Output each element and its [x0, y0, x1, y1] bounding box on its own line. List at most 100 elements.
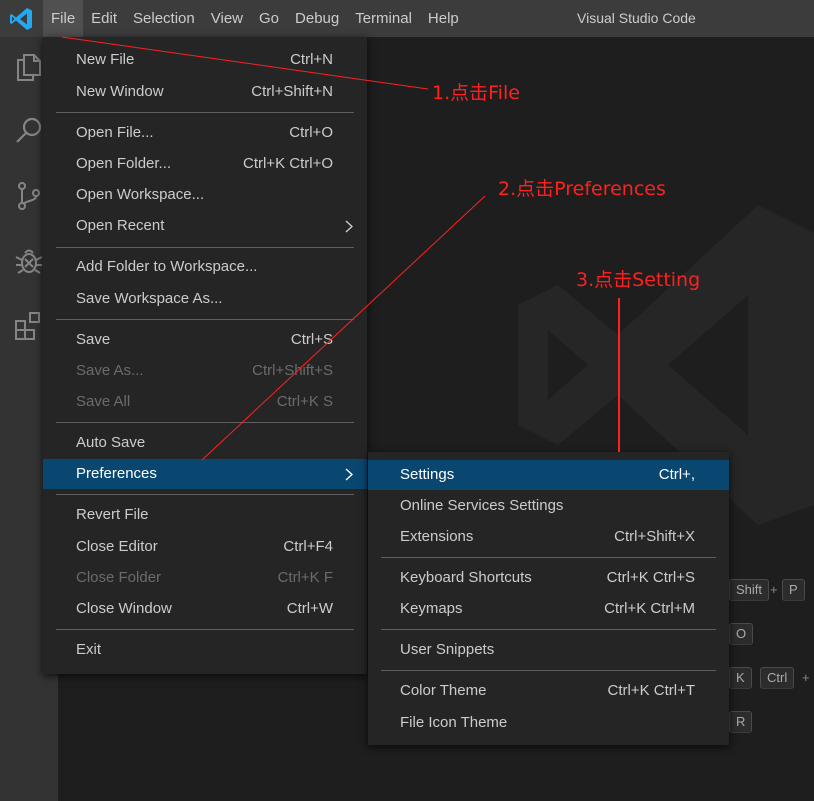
menu-item-label: Open File... — [76, 124, 154, 141]
menu-separator — [56, 319, 354, 320]
menu-item-shortcut: Ctrl+K Ctrl+T — [607, 682, 695, 699]
menu-separator — [381, 670, 716, 671]
menu-item-label: Close Folder — [76, 569, 162, 586]
menu-item-label: User Snippets — [400, 641, 495, 658]
submenu-item-color-theme[interactable]: Color Theme Ctrl+K Ctrl+T — [368, 676, 729, 706]
menu-item-label: Add Folder to Workspace... — [76, 258, 258, 275]
menu-selection[interactable]: Selection — [125, 0, 203, 37]
menu-item-save-workspace-as[interactable]: Save Workspace As... — [43, 284, 367, 314]
extensions-icon[interactable] — [13, 310, 45, 342]
menu-item-exit[interactable]: Exit — [43, 635, 367, 665]
menu-item-save-all: Save All Ctrl+K S — [43, 387, 367, 417]
menu-item-label: Online Services Settings — [400, 497, 564, 514]
menu-item-label: Save Workspace As... — [76, 290, 223, 307]
menu-item-label: Save — [76, 331, 111, 348]
menu-item-label: New File — [76, 51, 135, 68]
menu-edit[interactable]: Edit — [83, 0, 125, 37]
menu-bar: File Edit Selection View Go Debug Termin… — [43, 0, 467, 37]
menu-item-new-file[interactable]: New File Ctrl+N — [43, 45, 367, 75]
menu-item-shortcut: Ctrl+F4 — [283, 538, 333, 555]
menu-item-auto-save[interactable]: Auto Save — [43, 428, 367, 458]
menu-separator — [381, 629, 716, 630]
menu-item-label: Color Theme — [400, 682, 487, 699]
search-icon[interactable] — [13, 115, 45, 147]
menu-item-shortcut: Ctrl+, — [658, 466, 695, 483]
submenu-item-extensions[interactable]: Extensions Ctrl+Shift+X — [368, 522, 729, 552]
debug-icon[interactable] — [13, 245, 45, 277]
menu-item-open-recent[interactable]: Open Recent — [43, 211, 367, 241]
menu-help[interactable]: Help — [420, 0, 467, 37]
menu-separator — [381, 557, 716, 558]
menu-item-shortcut: Ctrl+Shift+X — [614, 528, 695, 545]
menu-item-open-folder[interactable]: Open Folder... Ctrl+K Ctrl+O — [43, 149, 367, 179]
menu-item-open-workspace[interactable]: Open Workspace... — [43, 180, 367, 210]
key-o: O — [729, 623, 754, 645]
menu-item-label: Exit — [76, 641, 102, 658]
annotation-step3: 3.点击Setting — [576, 269, 701, 291]
menu-item-label: Auto Save — [76, 434, 146, 451]
submenu-item-keymaps[interactable]: Keymaps Ctrl+K Ctrl+M — [368, 594, 729, 624]
menu-item-preferences[interactable]: Preferences — [43, 459, 367, 489]
key-plus: + — [770, 582, 778, 597]
vscode-logo-icon — [10, 8, 32, 30]
menu-item-shortcut: Ctrl+W — [286, 600, 333, 617]
submenu-item-keyboard-shortcuts[interactable]: Keyboard Shortcuts Ctrl+K Ctrl+S — [368, 563, 729, 593]
submenu-item-settings[interactable]: Settings Ctrl+, — [368, 460, 729, 490]
menu-item-label: Close Window — [76, 600, 172, 617]
menu-separator — [56, 629, 354, 630]
explorer-icon[interactable] — [13, 51, 45, 83]
annotation-step2: 2.点击Preferences — [498, 178, 666, 200]
menu-separator — [56, 247, 354, 248]
menu-item-label: Preferences — [76, 465, 157, 482]
menu-item-shortcut: Ctrl+Shift+N — [251, 83, 333, 100]
chevron-right-icon — [345, 468, 353, 481]
preferences-submenu: Settings Ctrl+, Online Services Settings… — [368, 452, 729, 745]
menu-item-open-file[interactable]: Open File... Ctrl+O — [43, 118, 367, 148]
key-ctrl: Ctrl — [760, 667, 795, 689]
menu-item-close-editor[interactable]: Close Editor Ctrl+F4 — [43, 532, 367, 562]
menu-item-shortcut: Ctrl+K S — [276, 393, 333, 410]
menu-item-save[interactable]: Save Ctrl+S — [43, 325, 367, 355]
submenu-item-file-icon-theme[interactable]: File Icon Theme — [368, 708, 729, 738]
menu-item-shortcut: Ctrl+K Ctrl+O — [242, 155, 333, 172]
key-p: P — [782, 579, 805, 601]
menu-item-close-window[interactable]: Close Window Ctrl+W — [43, 594, 367, 624]
submenu-item-user-snippets[interactable]: User Snippets — [368, 635, 729, 665]
menu-item-shortcut: Ctrl+K F — [277, 569, 333, 586]
menu-item-shortcut: Ctrl+O — [289, 124, 333, 141]
menu-item-add-folder-to-workspace[interactable]: Add Folder to Workspace... — [43, 252, 367, 282]
annotation-step1: 1.点击File — [432, 82, 520, 104]
menu-item-label: Open Recent — [76, 217, 165, 234]
menu-item-new-window[interactable]: New Window Ctrl+Shift+N — [43, 77, 367, 107]
window-title: Visual Studio Code — [577, 10, 696, 26]
title-bar: File Edit Selection View Go Debug Termin… — [0, 0, 814, 37]
key-k: K — [729, 667, 752, 689]
menu-item-revert-file[interactable]: Revert File — [43, 500, 367, 530]
menu-separator — [56, 494, 354, 495]
chevron-right-icon — [345, 220, 353, 233]
key-plus: + — [802, 670, 810, 685]
key-shift: Shift — [729, 579, 770, 601]
menu-view[interactable]: View — [203, 0, 251, 37]
menu-debug[interactable]: Debug — [287, 0, 347, 37]
menu-item-label: Settings — [400, 466, 455, 483]
menu-item-label: Keymaps — [400, 600, 463, 617]
menu-go[interactable]: Go — [251, 0, 287, 37]
menu-item-label: Save All — [76, 393, 131, 410]
menu-item-shortcut: Ctrl+K Ctrl+S — [606, 569, 695, 586]
menu-separator — [56, 112, 354, 113]
menu-item-close-folder: Close Folder Ctrl+K F — [43, 563, 367, 593]
menu-item-label: Open Workspace... — [76, 186, 205, 203]
source-control-icon[interactable] — [13, 180, 45, 212]
menu-item-shortcut: Ctrl+Shift+S — [252, 362, 333, 379]
menu-item-label: Extensions — [400, 528, 474, 545]
menu-terminal[interactable]: Terminal — [347, 0, 420, 37]
menu-file[interactable]: File — [43, 0, 84, 37]
submenu-item-online-services-settings[interactable]: Online Services Settings — [368, 491, 729, 521]
file-menu: New File Ctrl+N New Window Ctrl+Shift+N … — [43, 37, 367, 674]
menu-item-shortcut: Ctrl+S — [290, 331, 333, 348]
menu-separator — [56, 422, 354, 423]
menu-item-shortcut: Ctrl+N — [290, 51, 333, 68]
menu-item-label: Revert File — [76, 506, 149, 523]
menu-item-label: Keyboard Shortcuts — [400, 569, 532, 586]
